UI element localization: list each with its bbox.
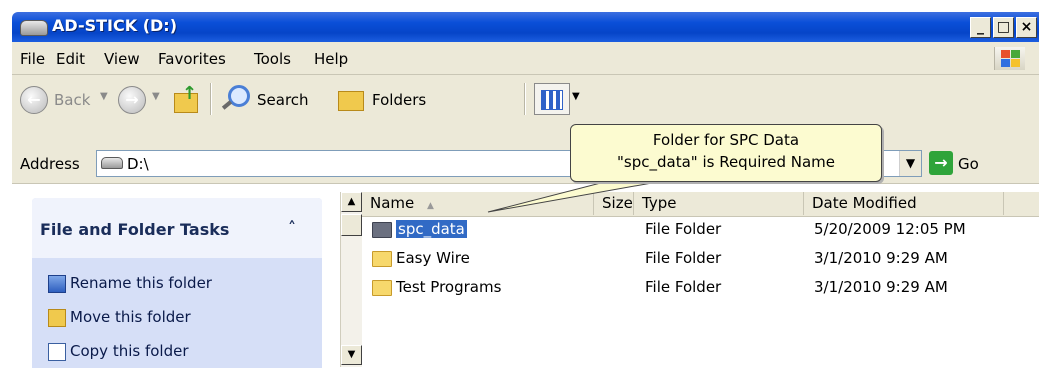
- callout-annotation: Folder for SPC Data "spc_data" is Requir…: [570, 124, 882, 182]
- rename-icon: [48, 275, 66, 293]
- toolbar: ← Back ▼ → ▼ ↑ Search Folders ▼: [12, 75, 1039, 144]
- forward-dropdown-icon[interactable]: ▼: [152, 91, 160, 102]
- folders-icon[interactable]: [338, 87, 366, 111]
- copy-folder-label: Copy this folder: [70, 342, 189, 360]
- magnifier-handle: [221, 100, 233, 110]
- views-grid-icon: [541, 90, 563, 110]
- logo-blue-pane: [1001, 59, 1010, 67]
- file-type: File Folder: [645, 278, 722, 296]
- address-dropdown-icon[interactable]: ▼: [899, 151, 921, 176]
- file-name: Test Programs: [396, 278, 502, 296]
- window-title: AD-STICK (D:): [52, 16, 178, 35]
- task-pane: File and Folder Tasks ˄ Rename this fold…: [12, 184, 339, 368]
- views-button[interactable]: [534, 83, 570, 115]
- scroll-up-icon[interactable]: ▲: [341, 192, 362, 212]
- scroll-down-icon[interactable]: ▼: [341, 345, 362, 365]
- column-type[interactable]: Type: [634, 192, 804, 215]
- search-button-label[interactable]: Search: [257, 91, 309, 109]
- folder-icon: [372, 251, 392, 267]
- collapse-chevron-icon[interactable]: ˄: [288, 218, 296, 237]
- folder-icon: [372, 280, 392, 296]
- toolbar-separator: [524, 83, 526, 115]
- tasks-panel-header[interactable]: File and Folder Tasks ˄: [32, 198, 322, 258]
- menu-view[interactable]: View: [104, 50, 140, 68]
- file-type: File Folder: [645, 220, 722, 238]
- logo-yellow-pane: [1011, 59, 1020, 67]
- address-label: Address: [20, 155, 80, 173]
- callout-line-2: "spc_data" is Required Name: [617, 153, 835, 171]
- maximize-button[interactable]: □: [993, 17, 1014, 38]
- drive-icon: [101, 157, 123, 169]
- copy-icon: [48, 343, 66, 361]
- rename-folder-task[interactable]: Rename this folder: [48, 274, 212, 293]
- table-row[interactable]: Easy Wire File Folder 3/1/2010 9:29 AM: [362, 245, 1039, 273]
- go-button-label[interactable]: Go: [958, 155, 979, 173]
- sort-ascending-icon: ▲: [427, 201, 434, 211]
- menu-tools[interactable]: Tools: [254, 50, 291, 68]
- table-row[interactable]: Test Programs File Folder 3/1/2010 9:29 …: [362, 274, 1039, 302]
- menu-help[interactable]: Help: [314, 50, 348, 68]
- up-folder-icon[interactable]: ↑: [172, 83, 200, 113]
- column-name-label: Name: [370, 194, 415, 212]
- menu-edit[interactable]: Edit: [56, 50, 85, 68]
- up-arrow-icon: ↑: [182, 83, 198, 104]
- address-value: D:\: [127, 155, 149, 173]
- menu-bar: File Edit View Favorites Tools Help: [12, 42, 1039, 75]
- back-button-label[interactable]: Back: [54, 91, 90, 109]
- logo-red-pane: [1001, 50, 1010, 58]
- file-list: Name ▲ Size Type Date Modified spc_data …: [362, 184, 1039, 367]
- column-name[interactable]: Name ▲: [362, 192, 594, 215]
- views-dropdown-icon[interactable]: ▼: [572, 91, 580, 102]
- back-arrow-icon[interactable]: ←: [20, 86, 48, 114]
- logo-green-pane: [1011, 50, 1020, 58]
- file-date: 5/20/2009 12:05 PM: [814, 220, 966, 238]
- file-date: 3/1/2010 9:29 AM: [814, 249, 948, 267]
- windows-logo-icon: [994, 47, 1025, 70]
- scroll-thumb[interactable]: [341, 214, 362, 236]
- folders-icon-body: [338, 91, 364, 111]
- close-button[interactable]: ×: [1016, 17, 1037, 38]
- column-size[interactable]: Size: [594, 192, 634, 215]
- column-header-row: Name ▲ Size Type Date Modified: [362, 192, 1039, 217]
- search-icon[interactable]: [221, 85, 250, 111]
- drive-icon: [20, 20, 48, 36]
- menu-file[interactable]: File: [20, 50, 45, 68]
- callout-line-1: Folder for SPC Data: [652, 131, 800, 149]
- file-folder-tasks-panel: File and Folder Tasks ˄ Rename this fold…: [32, 198, 322, 368]
- title-bar[interactable]: AD-STICK (D:) _ □ ×: [12, 12, 1039, 42]
- tasks-panel-title: File and Folder Tasks: [40, 220, 230, 239]
- table-row[interactable]: spc_data File Folder 5/20/2009 12:05 PM: [362, 216, 1039, 244]
- minimize-button[interactable]: _: [970, 17, 991, 38]
- back-dropdown-icon[interactable]: ▼: [100, 91, 108, 102]
- rename-folder-label: Rename this folder: [70, 274, 212, 292]
- menu-favorites[interactable]: Favorites: [158, 50, 226, 68]
- go-arrow-icon[interactable]: →: [929, 151, 953, 175]
- file-name: Easy Wire: [396, 249, 470, 267]
- move-icon: [48, 309, 66, 327]
- folders-button-label[interactable]: Folders: [372, 91, 426, 109]
- task-pane-scrollbar[interactable]: ▲ ▼: [340, 192, 362, 367]
- file-name: spc_data: [396, 220, 467, 238]
- copy-folder-task[interactable]: Copy this folder: [48, 342, 189, 361]
- toolbar-separator: [210, 83, 212, 115]
- move-folder-label: Move this folder: [70, 308, 191, 326]
- file-date: 3/1/2010 9:29 AM: [814, 278, 948, 296]
- address-bar: Address D:\ ▼ → Go: [12, 143, 1039, 184]
- column-date-modified[interactable]: Date Modified: [804, 192, 1004, 215]
- file-type: File Folder: [645, 249, 722, 267]
- move-folder-task[interactable]: Move this folder: [48, 308, 191, 327]
- forward-arrow-icon[interactable]: →: [118, 86, 146, 114]
- folder-icon: [372, 222, 392, 238]
